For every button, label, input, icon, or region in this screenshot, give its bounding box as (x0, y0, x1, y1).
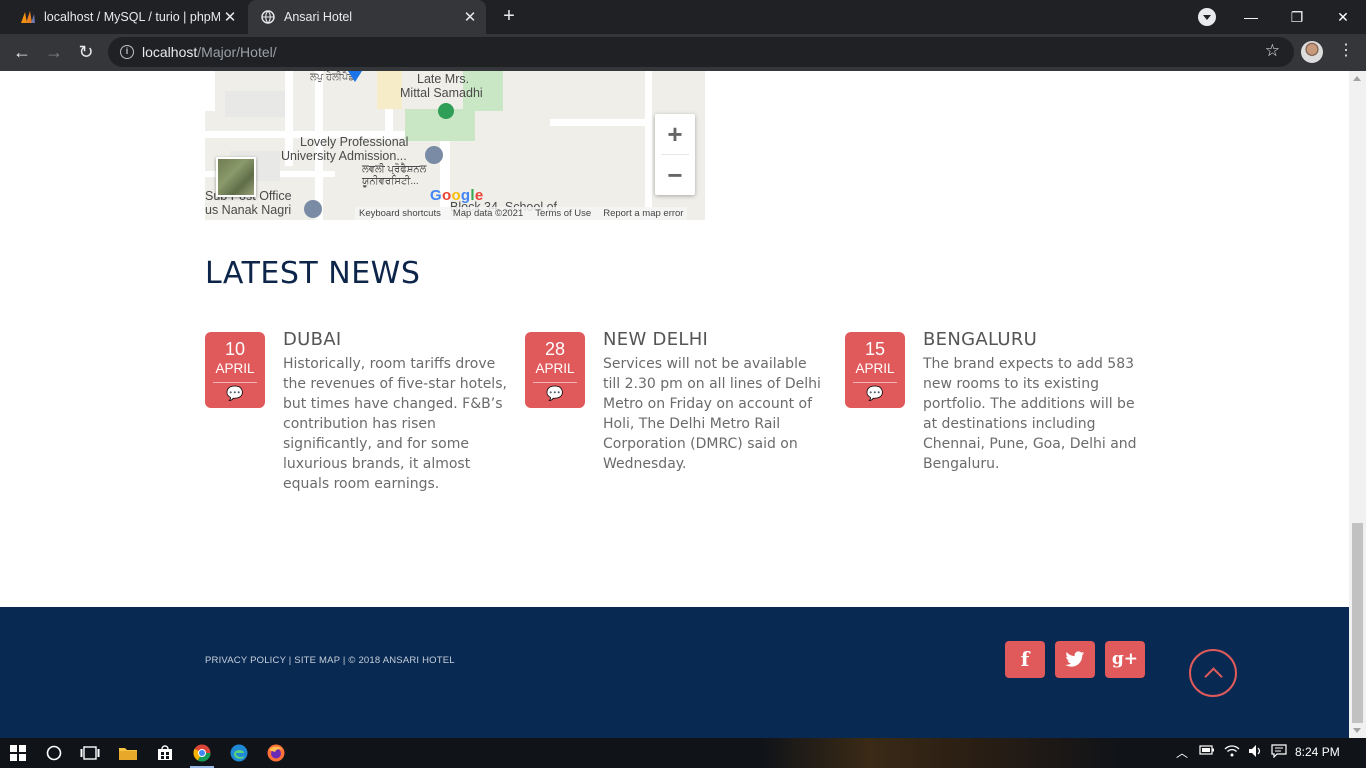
google-map[interactable]: ਲਪੁ ਹੇਲੀਪੈਡ Late Mrs. Mittal Samadhi Lov… (205, 71, 705, 220)
comment-icon[interactable]: 💬 (525, 385, 585, 402)
store-icon[interactable] (153, 741, 177, 765)
comment-icon[interactable]: 💬 (205, 385, 265, 402)
task-view-icon[interactable] (78, 741, 102, 765)
google-plus-icon[interactable]: g+ (1105, 641, 1145, 678)
page-content: ਲਪੁ ਹੇਲੀਪੈਡ Late Mrs. Mittal Samadhi Lov… (0, 71, 1349, 738)
news-day: 15 (864, 339, 886, 359)
location-pin-icon (348, 71, 362, 82)
satellite-toggle-button[interactable] (216, 157, 256, 197)
map-label: University Admission... (281, 149, 407, 163)
news-day: 10 (224, 339, 246, 359)
minimize-icon[interactable]: — (1228, 0, 1274, 34)
close-tab-icon[interactable]: ✕ (460, 8, 480, 26)
firefox-icon[interactable] (264, 741, 288, 765)
news-text: The brand expects to add 583 new rooms t… (923, 356, 1137, 472)
news-day: 28 (544, 339, 566, 359)
close-window-icon[interactable]: ✕ (1320, 0, 1366, 34)
map-zoom-control: + − (655, 114, 695, 195)
news-month: APRIL (535, 361, 575, 376)
map-label: us Nanak Nagri (205, 203, 292, 217)
close-tab-icon[interactable]: ✕ (220, 8, 240, 26)
map-attribution: Keyboard shortcuts Map data ©2021 Terms … (355, 207, 688, 220)
back-arrow-icon[interactable]: ← (10, 40, 34, 64)
windows-taskbar: ︿ 8:24 PM (0, 738, 1366, 768)
battery-icon[interactable] (1199, 744, 1215, 759)
tab-title: localhost / MySQL / turio | phpMyAdmin (44, 10, 220, 24)
mail-pin-icon (304, 200, 322, 218)
tab-ansari-hotel[interactable]: Ansari Hotel ✕ (248, 0, 486, 34)
windows-start-icon[interactable] (6, 741, 30, 765)
map-label: Lovely Professional (300, 135, 409, 149)
facebook-icon[interactable]: f (1005, 641, 1045, 678)
info-icon[interactable]: i (120, 45, 134, 59)
comment-icon[interactable]: 💬 (845, 385, 905, 402)
phpmyadmin-icon (20, 9, 36, 25)
restore-icon[interactable]: ❐ (1274, 0, 1320, 34)
date-badge: 15 APRIL 💬 (845, 332, 905, 408)
date-badge: 28 APRIL 💬 (525, 332, 585, 408)
university-pin-icon (425, 146, 443, 164)
chrome-icon[interactable] (190, 741, 214, 768)
reload-icon[interactable]: ↻ (74, 40, 98, 64)
menu-kebab-icon[interactable]: ⋮ (1338, 40, 1354, 60)
report-map-error-link[interactable]: Report a map error (603, 208, 683, 219)
scroll-to-top-button[interactable] (1189, 649, 1237, 697)
news-city[interactable]: NEW DELHI (603, 329, 708, 350)
scroll-down-arrow-icon[interactable] (1353, 728, 1361, 733)
wifi-icon[interactable] (1224, 744, 1240, 761)
zoom-in-button[interactable]: + (655, 114, 695, 154)
file-explorer-icon[interactable] (116, 741, 140, 765)
news-month: APRIL (215, 361, 255, 376)
bookmark-star-icon[interactable]: ☆ (1265, 41, 1280, 61)
edge-icon[interactable] (227, 741, 251, 765)
news-city[interactable]: BENGALURU (923, 329, 1037, 350)
url-text[interactable]: localhost/Major/Hotel/ (142, 44, 277, 60)
tab-title: Ansari Hotel (284, 10, 353, 24)
globe-icon (260, 9, 276, 25)
notification-icon[interactable] (1271, 744, 1287, 761)
zoom-out-button[interactable]: − (655, 155, 695, 195)
google-logo: Google (430, 187, 484, 204)
taskbar-clock[interactable]: 8:24 PM (1295, 745, 1340, 759)
latest-news-heading: LATEST NEWS (205, 256, 421, 291)
news-item: 28 APRIL 💬 NEW DELHI Services will not b… (525, 329, 835, 499)
news-city[interactable]: DUBAI (283, 329, 342, 350)
news-item: 10 APRIL 💬 DUBAI Historically, room tari… (205, 329, 515, 499)
forward-arrow-icon[interactable]: → (42, 40, 66, 64)
scrollbar-thumb[interactable] (1352, 523, 1363, 723)
news-text: Historically, room tariffs drove the rev… (283, 356, 507, 492)
tab-phpmyadmin[interactable]: localhost / MySQL / turio | phpMyAdmin ✕ (8, 0, 246, 34)
twitter-icon[interactable] (1055, 641, 1095, 678)
address-bar[interactable]: i localhost/Major/Hotel/ ☆ (108, 37, 1294, 67)
map-label: ਯੂਨੀਵਰਸਿਟੀ... (362, 176, 419, 187)
news-text: Services will not be available till 2.30… (603, 356, 821, 472)
new-tab-button[interactable]: + (497, 5, 521, 29)
map-label: Late Mrs. (417, 72, 470, 86)
browser-toolbar: ← → ↻ i localhost/Major/Hotel/ ☆ (0, 34, 1366, 71)
browser-tab-strip: localhost / MySQL / turio | phpMyAdmin ✕… (0, 0, 1366, 34)
date-badge: 10 APRIL 💬 (205, 332, 265, 408)
map-data-text: Map data ©2021 (452, 208, 524, 219)
park-pin-icon (438, 103, 454, 119)
site-footer: PRIVACY POLICY | SITE MAP | © 2018 ANSAR… (0, 607, 1349, 738)
page-scrollbar[interactable] (1349, 71, 1366, 738)
volume-icon[interactable] (1248, 744, 1264, 761)
scroll-up-arrow-icon[interactable] (1353, 76, 1361, 81)
keyboard-shortcuts-link[interactable]: Keyboard shortcuts (359, 208, 441, 219)
map-label: Mittal Samadhi (400, 86, 483, 100)
show-hidden-icons-chevron-icon[interactable]: ︿ (1176, 744, 1188, 761)
news-item: 15 APRIL 💬 BENGALURU The brand expects t… (845, 329, 1155, 499)
search-circle-icon[interactable] (42, 741, 66, 765)
tab-search-icon[interactable] (1198, 8, 1216, 26)
news-month: APRIL (855, 361, 895, 376)
terms-of-use-link[interactable]: Terms of Use (535, 208, 591, 219)
footer-links[interactable]: PRIVACY POLICY | SITE MAP | © 2018 ANSAR… (205, 655, 455, 666)
profile-avatar[interactable] (1301, 41, 1323, 63)
